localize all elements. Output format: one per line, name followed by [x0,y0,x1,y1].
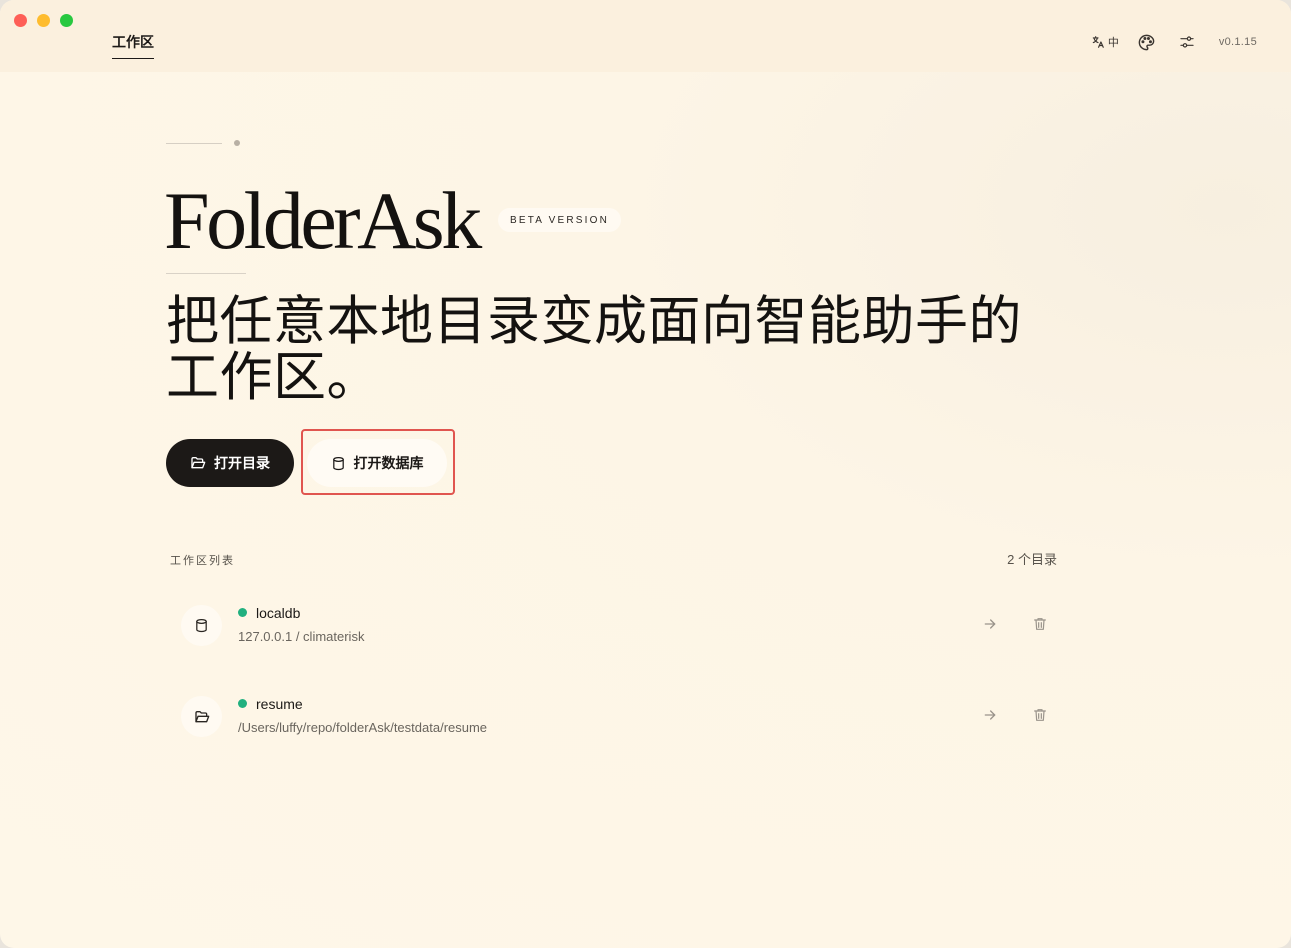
arrow-right-icon[interactable] [982,616,998,632]
decorative-line [166,143,222,144]
theme-button[interactable] [1137,32,1157,52]
open-database-button[interactable]: 打开数据库 [307,439,447,487]
database-icon [181,605,222,646]
close-window-button[interactable] [14,14,27,27]
brand-divider [166,273,246,274]
settings-button[interactable] [1177,32,1197,52]
sliders-icon [1179,34,1195,50]
trash-icon[interactable] [1032,707,1048,723]
brand-title: FolderAsk [164,175,482,266]
workspace-name: localdb [256,605,301,621]
trash-icon[interactable] [1032,616,1048,632]
tab-workspace[interactable]: 工作区 [112,33,154,59]
folder-open-icon [190,455,206,471]
decorative-dot [234,140,240,146]
workspace-list-title: 工作区列表 [170,555,235,567]
palette-icon [1137,33,1156,52]
open-folder-label: 打开目录 [214,455,270,471]
status-dot [238,608,247,617]
language-label: 中 [1107,37,1119,49]
open-database-label: 打开数据库 [353,455,424,471]
beta-badge: BETA VERSION [498,208,622,232]
workspace-row-resume[interactable]: resume /Users/luffy/repo/folderAsk/testd… [170,676,1060,756]
page-headline: 把任意本地目录变成面向智能助手的工作区。 [166,293,1022,407]
title-bar: 工作区 中 v0.1.15 [0,0,1291,72]
app-window: 工作区 中 v0.1.15 FolderAsk BETA VERSION 把任意… [0,0,1291,948]
translate-icon [1091,35,1105,49]
open-folder-button[interactable]: 打开目录 [166,439,294,487]
status-dot [238,699,247,708]
database-icon [331,456,346,471]
version-label: v0.1.15 [1218,36,1257,48]
language-toggle-button[interactable]: 中 [1091,34,1119,50]
workspace-path: /Users/luffy/repo/folderAsk/testdata/res… [238,720,488,735]
workspace-row-localdb[interactable]: localdb 127.0.0.1 / climaterisk [170,585,1060,665]
workspace-path: 127.0.0.1 / climaterisk [238,629,365,644]
folder-open-icon [181,696,222,737]
minimize-window-button[interactable] [37,14,50,27]
toolbar-right: 中 v0.1.15 [1091,32,1257,52]
workspace-count: 2 个目录 [1007,552,1057,567]
arrow-right-icon[interactable] [982,707,998,723]
workspace-name: resume [256,696,303,712]
zoom-window-button[interactable] [60,14,73,27]
